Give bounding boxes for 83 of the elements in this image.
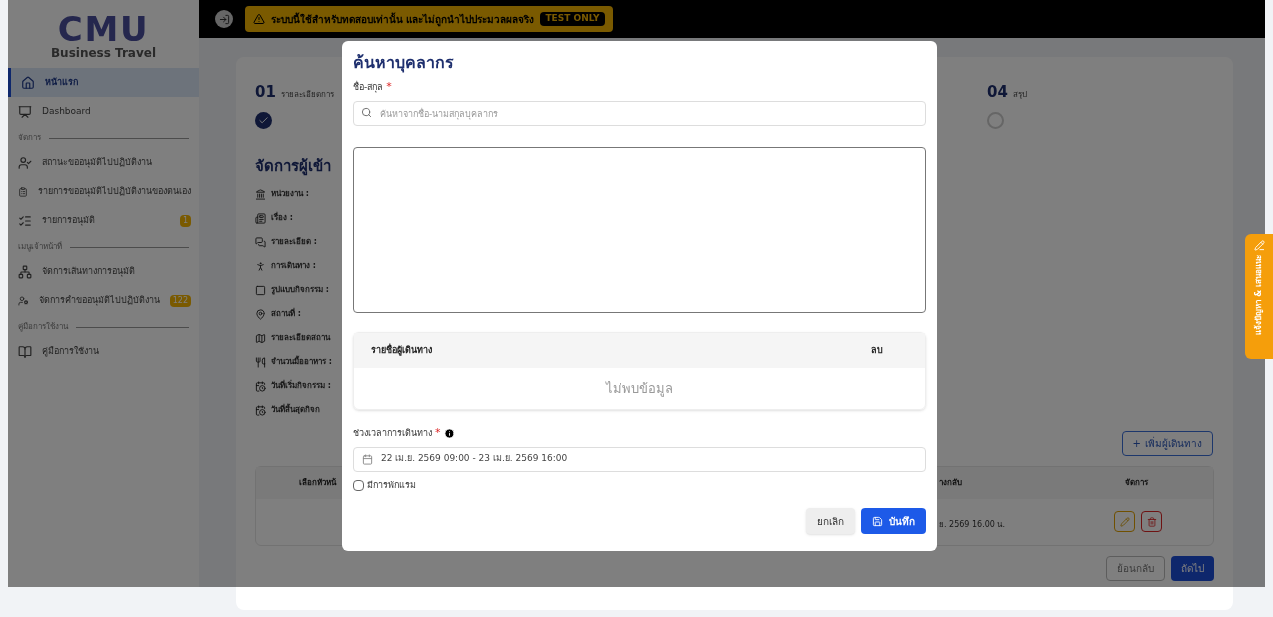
chat-icon [255,236,266,248]
field-label: เรื่อง : [271,212,293,224]
map-icon [255,332,266,344]
test-badge: TEST ONLY [540,12,605,26]
column-header: รายชื่อผู้เดินทาง [371,343,432,358]
field-label: สถานที่ : [271,308,301,320]
banner-text: ระบบนี้ใช้สำหรับทดสอบเท่านั้น และไม่ถูกนำไปประมวลผลจริง [271,11,535,27]
column-header: จัดการ [1125,476,1148,489]
field-label: วันที่สิ้นสุดกิจก [271,404,320,416]
field-label: วันที่เริ่มกิจกรรม : [271,380,331,392]
checklist-icon [18,213,32,228]
user-icon [18,155,32,170]
field-label: รายละเอียดสถาน [271,332,330,344]
feedback-tab[interactable]: แจ้งปัญหา & เสนอแนะ [1245,234,1273,359]
info-icon [443,427,455,439]
step-number: 01 [255,82,276,103]
sidebar-item[interactable]: จัดการเส้นทางการอนุมัติ [8,257,199,286]
delete-button[interactable] [1141,511,1162,532]
square-icon [255,284,266,296]
calendar-icon [362,453,373,465]
calendar-icon [255,380,266,392]
section-title: จัดการผู้เข้า [255,156,331,178]
next-button[interactable]: ถัดไป [1171,555,1214,581]
warning-icon [253,13,265,25]
home-icon [21,75,35,90]
step-label: สรุป [1012,89,1027,101]
back-button[interactable]: ย้อนกลับ [1106,555,1165,581]
save-icon [872,515,883,527]
clipboard-icon [18,184,28,199]
field-label: การเดินทาง : [271,260,316,272]
save-button[interactable]: บันทึก [861,508,926,534]
overnight-checkbox[interactable]: มีการพักแรม [353,478,416,492]
table-cell: ย. 2569 16.00 น. [939,519,1005,529]
sidebar-item[interactable]: Dashboard [8,97,199,126]
user-gear-icon [18,293,29,308]
search-icon [361,106,372,118]
search-field[interactable]: ค้นหาจากชื่อ-นามสกุลบุคลากร [353,101,926,126]
empty-message: ไม่พบข้อมูล [606,379,673,399]
login-icon[interactable] [218,13,230,25]
utensils-icon [255,356,266,368]
count-badge: 122 [169,294,191,307]
add-traveler-button[interactable]: + เพิ่มผู้เดินทาง [1121,430,1213,456]
sidebar-item[interactable]: รายการอนุมัติ 1 [8,206,199,235]
pin-icon [255,308,266,320]
field-label: รูปแบบกิจกรรม : [271,284,329,296]
edit-button[interactable] [1114,511,1135,532]
pencil-icon [1253,240,1265,251]
count-badge: 1 [179,214,191,227]
trash-icon [1146,516,1157,527]
date-range-field[interactable]: 22 เม.ย. 2569 09:00 - 23 เม.ย. 2569 16:00 [353,446,926,472]
calendar-icon [255,404,266,416]
field-label: จำนวนมื้ออาหาร : [271,356,332,368]
feedback-label: แจ้งปัญหา & เสนอแนะ [1253,255,1264,335]
sidebar-item[interactable]: รายการขออนุมัติไปปฏิบัติงานของตนเอง [8,177,199,206]
column-header: เลือกหัวหน้ [299,477,336,487]
field-label: หน่วยงาน : [271,188,309,200]
required-mark: * [435,425,441,441]
section-label: จัดการ [18,132,41,144]
step-number: 04 [987,82,1008,103]
column-header: างกลับ [939,477,962,487]
logo: CMU [57,14,150,44]
sidebar-item[interactable]: หน้าแรก [8,68,199,97]
book-icon [18,344,32,359]
sidebar-item[interactable]: คู่มือการใช้งาน [8,337,199,366]
newspaper-icon [255,212,266,224]
section-label: คู่มือการใช้งาน [18,321,68,333]
presentation-icon [18,104,32,119]
logo-subtitle: Business Travel [50,45,156,62]
sidebar-item[interactable]: จัดการคำขออนุมัติไปปฏิบัติงาน 122 [8,286,199,315]
step-label: รายละเอียดการ [280,89,334,101]
section-label: เมนูเจ้าหน้าที่ [18,241,62,253]
cancel-button[interactable]: ยกเลิก [806,508,855,534]
network-icon [18,264,32,279]
column-header: ลบ [871,343,883,357]
field-label: รายละเอียด : [271,236,317,248]
bank-icon [255,188,266,200]
field-label: ชื่อ-สกุล [353,80,384,94]
field-label: ช่วงเวลาการเดินทาง [353,426,432,440]
required-mark: * [386,79,392,95]
person-icon [255,260,266,272]
pencil-icon [1119,516,1130,527]
sidebar-item[interactable]: สถานะขออนุมัติไปปฏิบัติงาน [8,148,199,177]
dialog-title: ค้นหาบุคลากร [353,52,454,75]
